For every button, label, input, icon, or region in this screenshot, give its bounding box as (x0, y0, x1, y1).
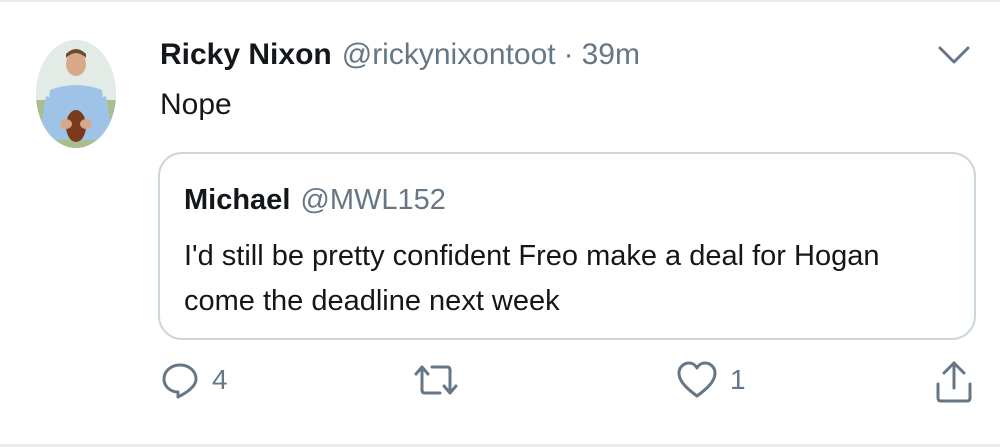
retweet-button[interactable] (412, 360, 460, 400)
share-button[interactable] (934, 360, 974, 404)
like-button[interactable]: 1 (676, 360, 746, 400)
quoted-author-handle: @MWL152 (300, 184, 446, 216)
tweet-header: Ricky Nixon @rickynixontoot · 39m (160, 38, 640, 78)
quoted-tweet-header: Michael @MWL152 (184, 184, 446, 217)
author-name[interactable]: Ricky Nixon (160, 38, 332, 72)
retweet-icon (414, 365, 458, 395)
quoted-tweet-card[interactable]: Michael @MWL152 I'd still be pretty conf… (158, 152, 976, 340)
tweet-actions: 4 1 (0, 360, 1000, 410)
share-icon (936, 361, 972, 403)
reply-icon (162, 363, 198, 399)
more-options-button[interactable] (934, 40, 974, 72)
top-divider (0, 0, 1000, 2)
reply-count: 4 (212, 364, 228, 395)
quoted-tweet-text: I'd still be pretty confident Freo make … (184, 240, 880, 317)
avatar[interactable] (36, 40, 116, 148)
chevron-down-icon (938, 46, 970, 64)
timestamp[interactable]: 39m (582, 38, 640, 72)
tweet-text: Nope (160, 88, 232, 121)
quoted-author-name: Michael (184, 184, 291, 216)
separator-dot: · (563, 38, 574, 71)
author-handle[interactable]: @rickynixontoot (342, 38, 556, 72)
reply-button[interactable]: 4 (160, 360, 228, 400)
heart-icon (677, 361, 717, 398)
avatar-image (36, 40, 116, 148)
like-count: 1 (730, 364, 746, 395)
